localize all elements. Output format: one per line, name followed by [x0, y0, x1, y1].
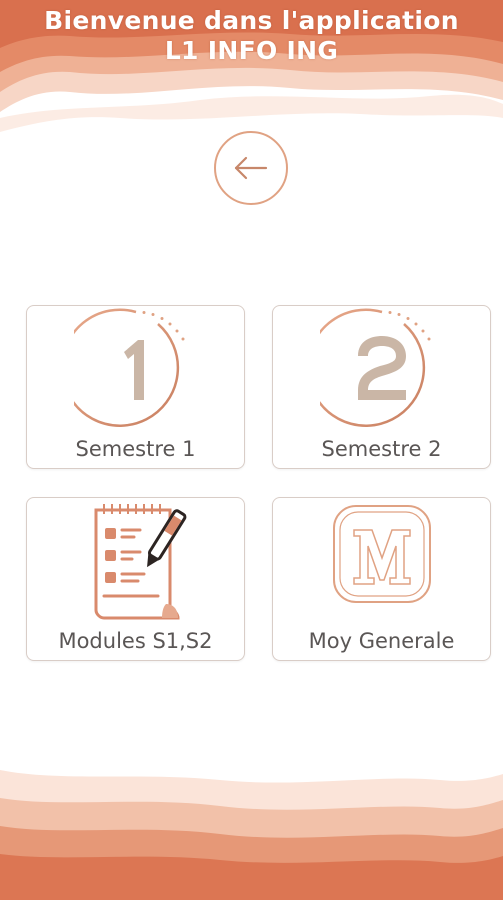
general-average-label: Moy Generale: [308, 629, 455, 653]
letter-m-icon: [332, 505, 431, 603]
general-average-card[interactable]: Moy Generale: [272, 497, 491, 661]
app-screen: Bienvenue dans l'application L1 INFO ING: [0, 0, 503, 900]
bottom-wave-decoration: [0, 750, 503, 900]
semester-1-card[interactable]: Semestre 1: [26, 305, 245, 469]
app-title: Bienvenue dans l'application L1 INFO ING: [0, 6, 503, 66]
arrow-left-icon: [234, 156, 268, 180]
semester-2-label: Semestre 2: [321, 437, 442, 461]
back-button[interactable]: [214, 131, 288, 205]
app-title-line-2: L1 INFO ING: [164, 36, 339, 65]
semester-1-label: Semestre 1: [75, 437, 196, 461]
app-title-line-1: Bienvenue dans l'application: [44, 6, 459, 35]
semester-1-icon: [73, 308, 184, 427]
modules-card[interactable]: Modules S1,S2: [26, 497, 245, 661]
semester-2-icon: [319, 308, 430, 427]
semester-2-card[interactable]: Semestre 2: [272, 305, 491, 469]
modules-label: Modules S1,S2: [58, 629, 213, 653]
notepad-pen-icon: [94, 504, 186, 620]
